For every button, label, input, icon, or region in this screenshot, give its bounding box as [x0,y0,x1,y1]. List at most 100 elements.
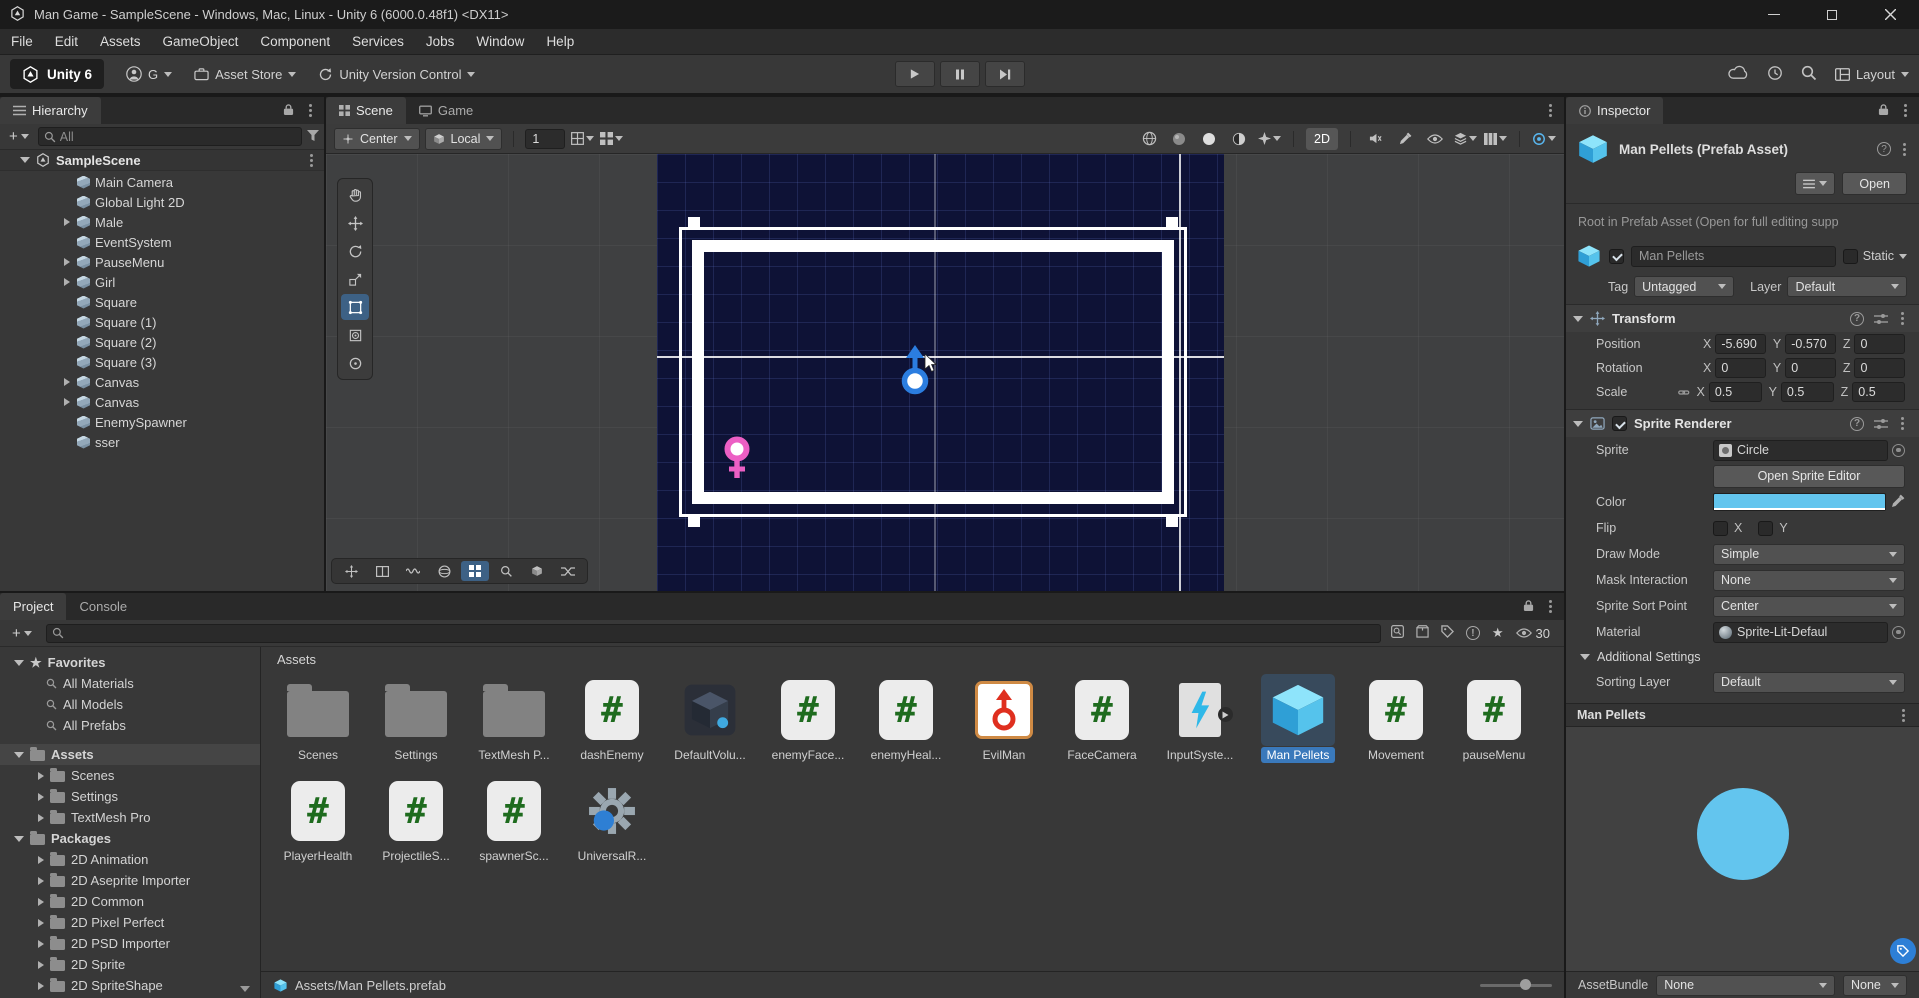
expand-arrow[interactable] [64,218,70,226]
asset-defaultvolume[interactable]: DefaultVolu... [661,674,759,763]
rect-tool-button[interactable] [341,294,369,320]
help-icon[interactable]: ? [1850,416,1864,431]
saved-search-star-icon[interactable]: ★ [1492,625,1504,641]
presets-icon[interactable] [1874,418,1888,430]
box-icon[interactable] [523,561,551,581]
package-folder[interactable]: 2D Common [0,891,260,912]
project-search-box[interactable] [45,623,1381,643]
scene-root-row[interactable]: SampleScene [0,150,324,171]
hierarchy-item[interactable]: Square [0,292,324,312]
asset-scenes[interactable]: Scenes [269,674,367,763]
color-swatch[interactable] [1713,493,1886,511]
female-girl-sprite[interactable] [722,436,752,485]
visibility-eye-button[interactable] [1423,128,1447,150]
import-log-icon[interactable]: ! [1465,626,1480,640]
render-mode-globe-button[interactable] [1137,128,1161,150]
transform-tool-button[interactable] [341,322,369,348]
hierarchy-item[interactable]: EventSystem [0,232,324,252]
panel-menu-icon[interactable] [1904,109,1907,112]
menu-item[interactable]: Services [341,29,415,54]
flip-x-checkbox[interactable] [1713,520,1728,536]
rotation-x-field[interactable]: 0 [1715,358,1766,378]
layers-dropdown[interactable] [1453,128,1477,150]
expand-arrow[interactable] [38,939,44,948]
effects-paint-button[interactable] [1393,128,1417,150]
step-button[interactable] [984,61,1025,87]
favorites-item[interactable]: All Models [0,694,260,715]
menu-item[interactable]: Window [465,29,535,54]
active-checkbox[interactable] [1609,248,1624,264]
panel-menu-icon[interactable] [1549,605,1552,608]
lock-icon[interactable] [283,103,294,119]
pan-icon[interactable] [337,561,365,581]
favorites-header[interactable]: ★ Favorites [0,652,260,673]
hierarchy-item[interactable]: Canvas [0,372,324,392]
orientation-dropdown[interactable]: Local [424,127,503,150]
foldout-arrow[interactable] [1573,420,1583,427]
version-control-dropdown[interactable]: Unity Version Control [318,67,476,82]
snap-grid-icon[interactable] [461,561,489,581]
hierarchy-item[interactable]: Global Light 2D [0,192,324,212]
open-sprite-editor-button[interactable]: Open Sprite Editor [1713,464,1905,488]
unity-hub-button[interactable]: Unity 6 [10,59,105,89]
hierarchy-item[interactable]: Square (2) [0,332,324,352]
filter-icon[interactable] [307,129,319,144]
tab-scene[interactable]: Scene [326,97,406,124]
assetbundle-bubble[interactable] [1890,938,1916,964]
sprite-sort-point-dropdown[interactable]: Center [1713,595,1905,617]
rotation-y-field[interactable]: 0 [1785,358,1836,378]
context-menu-icon[interactable] [1903,147,1906,151]
package-folder[interactable]: 2D PSD Importer [0,933,260,954]
history-icon[interactable] [1767,65,1783,84]
expand-arrow[interactable] [38,960,44,969]
object-picker-icon[interactable] [1892,625,1905,639]
wave-icon[interactable] [399,561,427,581]
zoom-icon[interactable] [492,561,520,581]
maximize-button[interactable] [1803,0,1861,29]
layer-dropdown[interactable]: Default [1787,276,1907,297]
object-picker-icon[interactable] [1892,443,1905,457]
menu-item[interactable]: Assets [89,29,152,54]
scale-z-field[interactable]: 0.5 [1852,382,1905,402]
asset-spawnerscript[interactable]: # spawnerSc... [465,775,563,864]
asset-enemyface[interactable]: # enemyFace... [759,674,857,763]
sprite-object-field[interactable]: Circle [1713,439,1888,461]
tab-inspector[interactable]: Inspector [1566,97,1664,124]
open-prefab-button[interactable]: Open [1842,172,1907,195]
scene-viewport[interactable] [326,154,1564,591]
expand-arrow[interactable] [38,918,44,927]
asset-textmeshpro[interactable]: TextMesh P... [465,674,563,763]
gizmos-dropdown[interactable] [1532,128,1556,150]
package-folder[interactable]: 2D Animation [0,849,260,870]
menu-item[interactable]: Jobs [415,29,466,54]
subasset-expander[interactable] [1218,707,1233,722]
package-folder[interactable]: 2D Aseprite Importer [0,870,260,891]
expand-arrow[interactable] [64,378,70,386]
asset-universalrp[interactable]: UniversalR... [563,775,661,864]
favorites-item[interactable]: All Prefabs [0,715,260,736]
asset-pausemenu[interactable]: # pauseMenu [1445,674,1543,763]
hierarchy-item[interactable]: Square (1) [0,312,324,332]
assets-root-folder[interactable]: Assets [0,744,260,765]
assetbundle-variant-dropdown[interactable]: None [1843,974,1907,996]
scene-options-icon[interactable] [310,158,313,162]
transform-component-header[interactable]: Transform ? [1566,304,1919,332]
component-enabled-checkbox[interactable] [1612,416,1627,431]
sorting-layer-dropdown[interactable]: Default [1713,671,1905,693]
split-panel-icon[interactable] [368,561,396,581]
cloud-icon[interactable] [1728,65,1749,83]
tab-console[interactable]: Console [66,593,140,620]
expand-arrow[interactable] [38,876,44,885]
asset-folder[interactable]: Settings [0,786,260,807]
scale-y-field[interactable]: 0.5 [1780,382,1834,402]
layout-dropdown[interactable]: Layout [1834,67,1909,82]
preview-header[interactable]: Man Pellets [1566,703,1919,727]
expand-arrow[interactable] [38,855,44,864]
asset-projectilescript[interactable]: # ProjectileS... [367,775,465,864]
shaded-sphere-button[interactable] [1167,128,1191,150]
expand-arrow[interactable] [64,398,70,406]
package-icon[interactable] [1416,625,1429,641]
asset-man-pellets[interactable]: Man Pellets [1249,674,1347,763]
expand-arrow[interactable] [20,157,30,163]
expand-arrow[interactable] [64,278,70,286]
